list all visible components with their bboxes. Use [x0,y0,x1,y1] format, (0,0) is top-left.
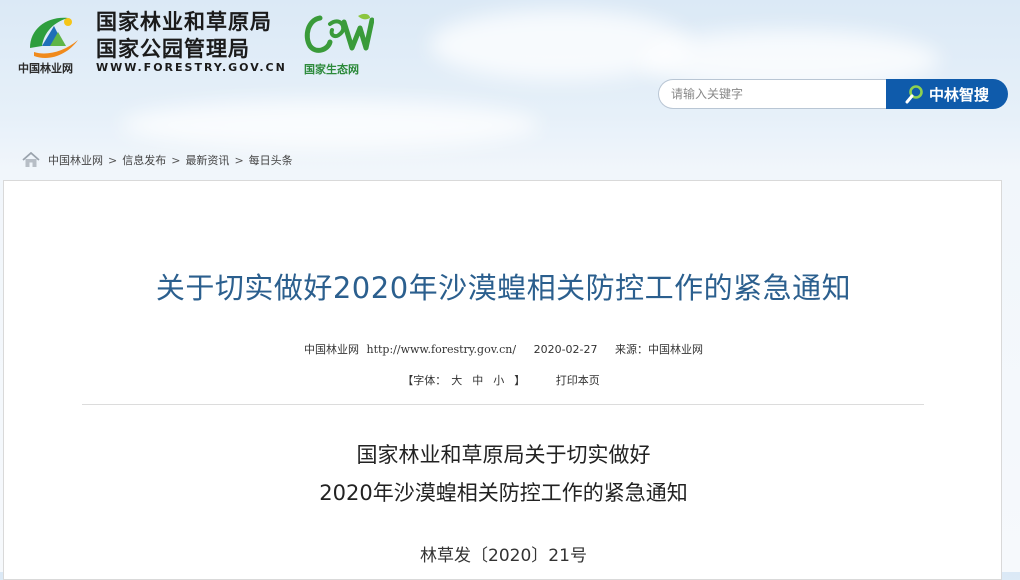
eco-network-logo-icon[interactable] [300,10,374,60]
org-name-line1[interactable]: 国家林业和草原局 [96,6,272,36]
cloud-decoration [120,100,540,150]
doc-title-line2: 2020年沙漠蝗相关防控工作的紧急通知 [319,481,688,505]
breadcrumb-separator: > [108,153,118,167]
breadcrumb-item-info[interactable]: 信息发布 [122,152,166,168]
org-name-line2[interactable]: 国家公园管理局 [96,33,250,63]
article-title: 关于切实做好2020年沙漠蝗相关防控工作的紧急通知 [155,271,852,305]
meta-date: 2020-02-27 [533,343,598,356]
font-tools-close: 】 [514,374,526,387]
article-meta: 中国林业网 http://www.forestry.gov.cn/ 2020-0… [4,341,1003,357]
meta-site: 中国林业网 [303,343,359,356]
site-header: 中国林业网 国家林业和草原局 国家公园管理局 WWW.FORESTRY.GOV.… [0,0,1020,180]
doc-title-line1: 国家林业和草原局关于切实做好 [356,443,651,467]
meta-url[interactable]: http://www.forestry.gov.cn/ [366,343,516,356]
meta-source: 来源：中国林业网 [615,343,704,356]
font-tools-label: 【字体： [402,374,447,387]
font-size-small-button[interactable]: 小 [493,374,504,387]
logo-caption: 中国林业网 [18,62,73,75]
breadcrumb-item-daily[interactable]: 每日头条 [249,152,293,168]
search-button[interactable]: 中林智搜 [886,79,1008,109]
forestry-emblem-icon[interactable] [24,10,84,62]
eco-logo-caption: 国家生态网 [304,63,359,76]
search-input[interactable] [658,79,886,109]
home-icon[interactable] [22,152,40,168]
article-panel: 关于切实做好2020年沙漠蝗相关防控工作的紧急通知 中国林业网 http://w… [3,180,1002,580]
print-page-button[interactable]: 打印本页 [556,374,600,387]
search-button-label: 中林智搜 [928,85,989,104]
font-size-tools: 【字体： 大中小】 打印本页 [4,372,1003,388]
breadcrumb-item-home[interactable]: 中国林业网 [48,152,103,168]
site-url[interactable]: WWW.FORESTRY.GOV.CN [96,61,287,74]
font-size-medium-button[interactable]: 中 [472,374,483,387]
breadcrumb-item-news[interactable]: 最新资讯 [185,152,229,168]
breadcrumb-separator: > [234,153,244,167]
breadcrumb: 中国林业网 > 信息发布 > 最新资讯 > 每日头条 [22,151,293,169]
search-icon [905,85,923,104]
font-size-large-button[interactable]: 大 [451,374,462,387]
doc-number: 林草发〔2020〕21号 [420,546,587,566]
divider [82,404,924,405]
breadcrumb-separator: > [171,153,181,167]
